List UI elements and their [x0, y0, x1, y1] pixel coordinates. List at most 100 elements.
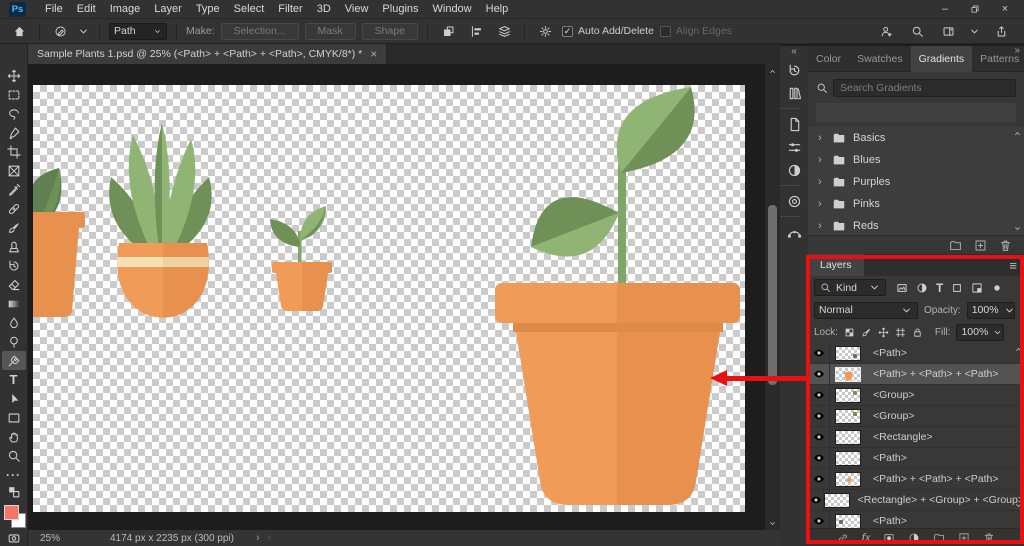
new-gradient-icon[interactable]: [974, 239, 987, 252]
move-tool[interactable]: [2, 66, 26, 85]
frame-tool[interactable]: [2, 161, 26, 180]
path-selection-tool[interactable]: [2, 389, 26, 408]
quick-mask-icon[interactable]: [2, 530, 26, 546]
status-chevron-icon[interactable]: ›: [256, 532, 260, 544]
layer-thumbnail[interactable]: [835, 472, 861, 487]
scrollbar-thumb[interactable]: [768, 205, 777, 385]
layer-visibility-cell[interactable]: [808, 469, 830, 490]
shapes-panel-icon[interactable]: [781, 221, 807, 243]
fill-select[interactable]: 100%: [956, 324, 1004, 341]
libraries-panel-icon[interactable]: [781, 82, 807, 104]
layer-row[interactable]: <Rectangle>: [808, 427, 1024, 448]
swap-colors-icon[interactable]: [2, 484, 26, 500]
menu-edit[interactable]: Edit: [70, 1, 103, 17]
canvas-vertical-scrollbar[interactable]: [765, 64, 780, 530]
properties-panel-icon[interactable]: [781, 113, 807, 135]
menu-file[interactable]: File: [38, 1, 70, 17]
pen-tool[interactable]: [2, 351, 26, 370]
menu-plugins[interactable]: Plugins: [375, 1, 425, 17]
canvas-pasteboard[interactable]: [28, 64, 765, 530]
zoom-level[interactable]: 25%: [40, 533, 80, 544]
layer-visibility-cell[interactable]: [808, 406, 830, 427]
menu-select[interactable]: Select: [227, 1, 272, 17]
chevron-right-icon[interactable]: ›: [818, 132, 825, 144]
pen-tool-preset-icon[interactable]: [49, 21, 71, 41]
gradient-tool[interactable]: [2, 294, 26, 313]
close-tab-icon[interactable]: ×: [370, 47, 377, 61]
lock-artboard-icon[interactable]: [895, 327, 906, 338]
link-layers-icon[interactable]: [837, 532, 849, 544]
add-mask-icon[interactable]: [883, 532, 895, 544]
layer-visibility-cell[interactable]: [808, 385, 830, 406]
account-icon[interactable]: [875, 21, 897, 41]
panel-menu-icon[interactable]: ≡: [1009, 258, 1024, 273]
path-arrangement-icon[interactable]: [493, 21, 515, 41]
layer-row[interactable]: <Group>: [808, 406, 1024, 427]
layer-row[interactable]: <Path>: [808, 343, 1024, 364]
history-brush-tool[interactable]: [2, 256, 26, 275]
gradient-group-pinks[interactable]: ›Pinks: [808, 193, 1024, 215]
type-tool[interactable]: T: [2, 370, 26, 389]
status-chevron-left-icon[interactable]: ‹: [268, 532, 272, 544]
menu-image[interactable]: Image: [103, 1, 148, 17]
close-button[interactable]: ×: [992, 1, 1018, 18]
tool-mode-select[interactable]: Path: [109, 23, 167, 40]
layer-thumbnail[interactable]: [824, 493, 850, 508]
scroll-down-icon[interactable]: [768, 516, 777, 530]
filter-adjustment-icon[interactable]: [916, 282, 928, 294]
edit-toolbar-tool[interactable]: ···: [2, 465, 26, 484]
eraser-tool[interactable]: [2, 275, 26, 294]
menu-type[interactable]: Type: [189, 1, 227, 17]
pen-preset-chevron-icon[interactable]: [77, 25, 90, 38]
layer-thumbnail[interactable]: [835, 430, 861, 445]
make-shape-button[interactable]: Shape: [362, 23, 418, 40]
filter-pixel-icon[interactable]: [896, 282, 908, 294]
layer-thumbnail[interactable]: [835, 346, 861, 361]
new-group-folder-icon[interactable]: [949, 239, 962, 252]
scroll-up-icon[interactable]: [768, 64, 777, 78]
document-tab[interactable]: Sample Plants 1.psd @ 25% (<Path> + <Pat…: [28, 44, 387, 64]
workspace-chevron-icon[interactable]: [968, 25, 981, 38]
marquee-tool[interactable]: [2, 85, 26, 104]
layer-visibility-cell[interactable]: [808, 343, 830, 364]
pen-options-gear-icon[interactable]: [534, 21, 556, 41]
new-group-folder-icon[interactable]: [933, 532, 945, 544]
chevron-right-icon[interactable]: ›: [818, 198, 825, 210]
filter-shape-icon[interactable]: [951, 282, 963, 294]
lock-transparency-icon[interactable]: [844, 327, 855, 338]
blend-mode-select[interactable]: Normal: [814, 302, 918, 319]
expand-panels-icon[interactable]: »: [1014, 45, 1020, 56]
checkbox-empty-icon[interactable]: [660, 26, 671, 37]
layer-row[interactable]: <Path> + <Path> + <Path>: [808, 469, 1024, 490]
scroll-up-icon[interactable]: [1014, 345, 1023, 354]
layer-thumbnail[interactable]: [835, 514, 861, 529]
make-mask-button[interactable]: Mask: [305, 23, 356, 40]
menu-layer[interactable]: Layer: [147, 1, 189, 17]
layer-row[interactable]: <Rectangle> + <Group> + <Group>: [808, 490, 1024, 511]
layer-thumbnail[interactable]: [835, 451, 861, 466]
gradient-group-reds[interactable]: ›Reds: [808, 215, 1024, 235]
chevron-right-icon[interactable]: ›: [818, 154, 825, 166]
new-adjustment-icon[interactable]: [908, 532, 920, 544]
patterns-panel-icon[interactable]: [781, 190, 807, 212]
canvas-artboard[interactable]: [33, 85, 745, 512]
gradient-list-scrollbar[interactable]: [1011, 127, 1024, 235]
gradient-group-blues[interactable]: ›Blues: [808, 149, 1024, 171]
workspace-icon[interactable]: [937, 21, 959, 41]
layer-visibility-cell[interactable]: [808, 448, 830, 469]
quick-selection-tool[interactable]: [2, 123, 26, 142]
lock-position-icon[interactable]: [878, 327, 889, 338]
scroll-down-icon[interactable]: [1013, 224, 1022, 233]
filter-toggle-icon[interactable]: [991, 282, 1003, 294]
search-icon[interactable]: [906, 21, 928, 41]
layer-visibility-cell[interactable]: [808, 490, 824, 511]
filter-type-icon[interactable]: T: [936, 282, 943, 294]
brush-tool[interactable]: [2, 218, 26, 237]
delete-layer-icon[interactable]: [983, 532, 995, 544]
layer-thumbnail[interactable]: [835, 367, 861, 382]
blur-tool[interactable]: [2, 313, 26, 332]
make-selection-button[interactable]: Selection...: [221, 23, 299, 40]
dodge-tool[interactable]: [2, 332, 26, 351]
align-edges-checkbox[interactable]: Align Edges: [660, 25, 732, 37]
layer-row[interactable]: <Group>: [808, 385, 1024, 406]
